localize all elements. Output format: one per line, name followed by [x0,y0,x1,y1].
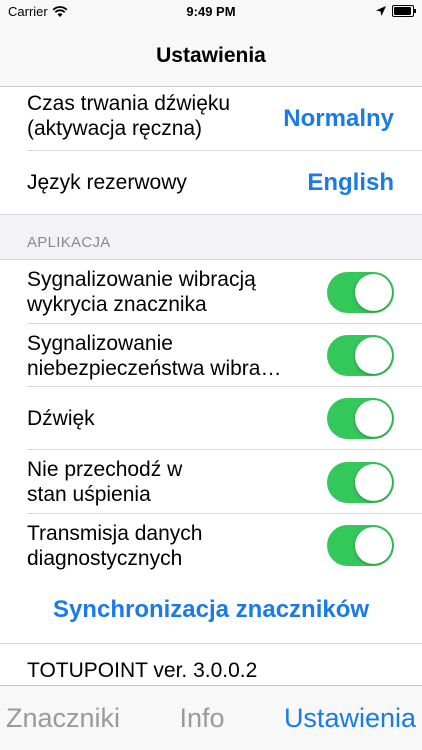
vibrate-detect-switch[interactable] [327,271,394,313]
switch-knob [355,400,392,437]
fallback-language-value[interactable]: English [307,169,394,197]
switch-knob [355,463,392,501]
switch-knob [355,337,392,374]
toggle-row-diagnostics[interactable]: Transmisja danych diagnostycznych [0,514,422,577]
app-version-label: TOTUPOINT ver. 3.0.0.2 [0,644,422,685]
settings-list[interactable]: Czas trwania dźwięku (aktywacja ręczna) … [0,87,422,685]
page-title: Ustawienia [156,44,266,67]
fallback-language-row[interactable]: Język rezerwowy English [0,151,422,214]
toggle-row-no-sleep[interactable]: Nie przechodź w stan uśpienia [0,450,422,514]
tab-info[interactable]: Info [179,703,224,734]
toggle-label-vibrate-danger: Sygnalizowanie niebezpieczeństwa wibra… [27,331,282,380]
sync-tags-button[interactable]: Synchronizacja znaczników [0,577,422,644]
status-bar: Carrier 9:49 PM [0,0,422,26]
tab-tags[interactable]: Znaczniki [6,703,120,734]
section-header-app: APLIKACJA [0,214,422,260]
switch-knob [355,273,392,311]
toggle-label-diagnostics: Transmisja danych diagnostycznych [27,521,203,570]
no-sleep-switch[interactable] [327,461,394,503]
fallback-language-label: Język rezerwowy [27,171,187,194]
settings-group-app: Sygnalizowanie wibracją wykrycia znaczni… [0,260,422,577]
sound-duration-row[interactable]: Czas trwania dźwięku (aktywacja ręczna) … [0,87,422,151]
tab-settings[interactable]: Ustawienia [284,703,416,734]
toggle-label-vibrate-detect: Sygnalizowanie wibracją wykrycia znaczni… [27,268,256,316]
sound-duration-value[interactable]: Normalny [283,105,394,133]
status-time: 9:49 PM [186,4,236,19]
location-arrow-icon [376,6,386,16]
diagnostics-switch[interactable] [327,525,394,566]
toggle-label-no-sleep: Nie przechodź w stan uśpienia [27,458,183,506]
settings-group-general: Czas trwania dźwięku (aktywacja ręczna) … [0,87,422,214]
battery-icon [392,5,416,17]
tab-bar: Znaczniki Info Ustawienia [0,685,422,750]
navigation-bar: Ustawienia [0,26,422,87]
toggle-row-vibrate-danger[interactable]: Sygnalizowanie niebezpieczeństwa wibra… [0,324,422,387]
sound-duration-label: Czas trwania dźwięku (aktywacja ręczna) [27,92,231,140]
toggle-row-vibrate-detect[interactable]: Sygnalizowanie wibracją wykrycia znaczni… [0,260,422,324]
sound-switch[interactable] [327,398,394,439]
vibrate-danger-switch[interactable] [327,335,394,376]
status-right [376,5,416,17]
switch-knob [355,527,392,564]
toggle-label-sound: Dźwięk [27,407,95,430]
toggle-row-sound[interactable]: Dźwięk [0,387,422,450]
